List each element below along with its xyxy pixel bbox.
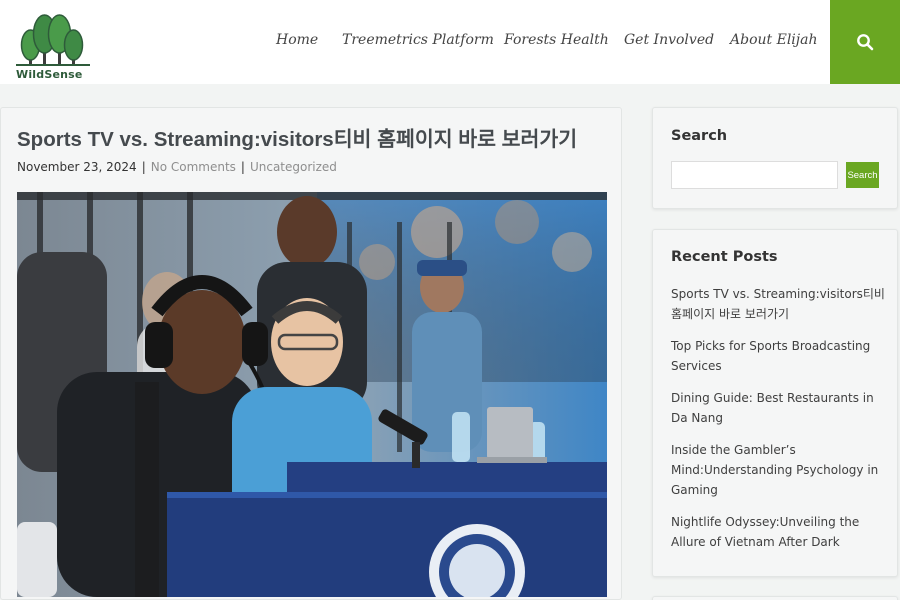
nav-treemetrics-platform[interactable]: Treemetrics Platform xyxy=(342,32,494,48)
nav-forests-health[interactable]: Forests Health xyxy=(504,32,609,48)
post-comments-link[interactable]: No Comments xyxy=(151,160,236,174)
nav-get-involved[interactable]: Get Involved xyxy=(624,32,714,48)
recent-post-link[interactable]: Nightlife Odyssey:Unveiling the Allure o… xyxy=(671,512,887,552)
search-icon xyxy=(857,34,874,51)
post-title[interactable]: Sports TV vs. Streaming:visitors티비 홈페이지 … xyxy=(17,122,617,152)
search-widget: Search Search xyxy=(652,107,898,209)
post-category-link[interactable]: Uncategorized xyxy=(250,160,337,174)
post-meta: November 23, 2024 | No Comments | Uncategori… xyxy=(17,160,337,174)
post-card: Sports TV vs. Streaming:visitors티비 홈페이지 … xyxy=(0,107,622,600)
sidebar-widget-next xyxy=(652,596,898,600)
search-widget-title: Search xyxy=(671,128,728,144)
nav-about-elijah[interactable]: About Elijah xyxy=(730,32,817,48)
recent-posts-widget: Recent Posts Sports TV vs. Streaming:vis… xyxy=(652,229,898,577)
recent-posts-title: Recent Posts xyxy=(671,249,778,265)
recent-post-link[interactable]: Inside the Gambler’s Mind:Understanding … xyxy=(671,440,887,500)
meta-separator: | xyxy=(240,160,245,174)
tree-logo-icon xyxy=(16,14,90,66)
recent-posts-list: Sports TV vs. Streaming:visitors티비 홈페이지 … xyxy=(671,284,887,564)
sidebar-search-input[interactable] xyxy=(671,161,838,189)
sidebar-search-button[interactable]: Search xyxy=(846,162,879,188)
sports-broadcast-photo-icon xyxy=(17,192,607,597)
recent-post-link[interactable]: Top Picks for Sports Broadcasting Servic… xyxy=(671,336,887,376)
recent-post-link[interactable]: Dining Guide: Best Restaurants in Da Nan… xyxy=(671,388,887,428)
recent-post-link[interactable]: Sports TV vs. Streaming:visitors티비 홈페이지 … xyxy=(671,284,887,324)
post-date[interactable]: November 23, 2024 xyxy=(17,160,137,174)
nav-home[interactable]: Home xyxy=(276,32,318,48)
header-search-button[interactable] xyxy=(830,0,900,84)
post-featured-image xyxy=(17,192,607,597)
site-logo[interactable]: WildSense xyxy=(14,12,92,84)
logo-text: WildSense xyxy=(16,68,83,81)
meta-separator: | xyxy=(141,160,146,174)
site-header: WildSense Home Treemetrics Platform Fore… xyxy=(0,0,900,84)
